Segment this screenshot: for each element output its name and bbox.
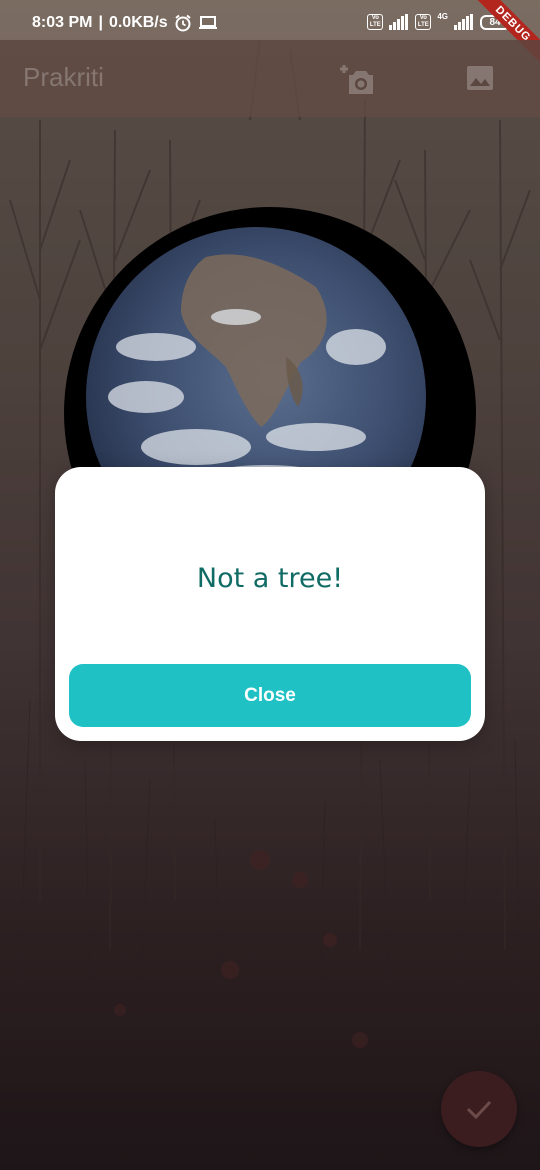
volte-badge-2: Vo LTE bbox=[415, 14, 432, 30]
volte-badge: Vo LTE bbox=[367, 14, 384, 30]
result-dialog: Not a tree! Close bbox=[55, 467, 485, 741]
camera-button[interactable] bbox=[340, 62, 376, 98]
status-time: 8:03 PM bbox=[32, 14, 93, 31]
signal-icon bbox=[389, 14, 409, 30]
check-icon bbox=[466, 1100, 492, 1120]
signal-icon-2 bbox=[454, 14, 473, 30]
status-separator: | bbox=[98, 14, 103, 31]
alarm-icon bbox=[175, 14, 191, 32]
network-type: 4G bbox=[437, 11, 448, 21]
laptop-icon bbox=[198, 16, 217, 29]
image-icon bbox=[467, 66, 493, 90]
app-bar: Prakriti bbox=[0, 40, 540, 117]
status-right: Vo LTE Vo LTE 4G 84 bbox=[367, 11, 510, 30]
add-a-photo-icon bbox=[340, 65, 373, 94]
app-title: Prakriti bbox=[23, 62, 104, 92]
gallery-button[interactable] bbox=[464, 62, 496, 94]
dialog-message: Not a tree! bbox=[196, 563, 344, 594]
confirm-fab-button[interactable] bbox=[441, 1071, 517, 1147]
app-screen: 8:03 PM | 0.0KB/s Vo LTE Vo LTE 4G 84 DE… bbox=[0, 0, 540, 1170]
network-speed: 0.0KB/s bbox=[108, 14, 168, 31]
close-button[interactable]: Close bbox=[69, 664, 471, 727]
status-left: 8:03 PM | 0.0KB/s bbox=[32, 14, 218, 32]
